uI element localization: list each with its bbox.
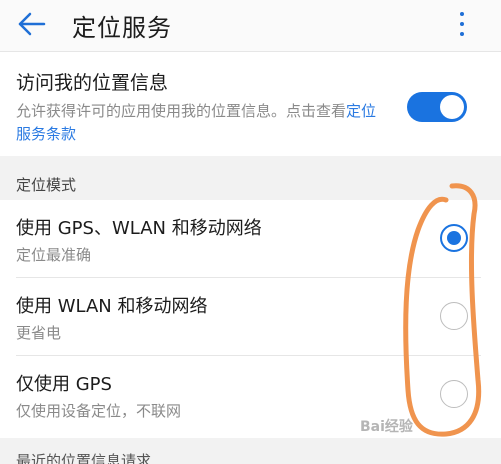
app-header: 定位服务 bbox=[0, 0, 501, 52]
page-title: 定位服务 bbox=[72, 14, 172, 42]
mode-radio[interactable] bbox=[440, 302, 468, 330]
mode-subtitle: 仅使用设备定位，不联网 bbox=[16, 402, 182, 420]
mode-row-gps-wlan-mobile[interactable]: 使用 GPS、WLAN 和移动网络 定位最准确 bbox=[0, 200, 501, 278]
mode-row-gps-only[interactable]: 仅使用 GPS 仅使用设备定位，不联网 bbox=[0, 356, 501, 434]
section-label: 最近的位置信息请求 bbox=[16, 452, 152, 464]
location-access-toggle[interactable] bbox=[407, 92, 467, 122]
mode-row-wlan-mobile[interactable]: 使用 WLAN 和移动网络 更省电 bbox=[0, 278, 501, 356]
mode-title: 仅使用 GPS bbox=[16, 374, 112, 395]
location-access-desc-text: 允许获得许可的应用使用我的位置信息。点击查看 bbox=[16, 102, 347, 120]
mode-radio[interactable] bbox=[440, 380, 468, 408]
toggle-knob bbox=[440, 95, 464, 119]
section-header-recent-requests: 最近的位置信息请求 bbox=[0, 438, 501, 464]
section-header-location-mode: 定位模式 bbox=[0, 156, 501, 200]
screen: 定位服务 访问我的位置信息 允许获得许可的应用使用我的位置信息。点击查看定位服务… bbox=[0, 0, 501, 464]
location-access-description: 允许获得许可的应用使用我的位置信息。点击查看定位服务条款 bbox=[16, 100, 386, 146]
watermark: Bai经验 bbox=[360, 419, 413, 435]
more-options-icon[interactable] bbox=[452, 6, 472, 42]
location-access-title: 访问我的位置信息 bbox=[16, 72, 169, 94]
mode-title: 使用 GPS、WLAN 和移动网络 bbox=[16, 218, 262, 239]
mode-subtitle: 更省电 bbox=[16, 324, 62, 342]
section-label: 定位模式 bbox=[16, 176, 77, 194]
mode-title: 使用 WLAN 和移动网络 bbox=[16, 296, 208, 317]
mode-radio-selected[interactable] bbox=[440, 224, 468, 252]
mode-subtitle: 定位最准确 bbox=[16, 246, 92, 264]
back-arrow-icon[interactable] bbox=[14, 6, 50, 42]
